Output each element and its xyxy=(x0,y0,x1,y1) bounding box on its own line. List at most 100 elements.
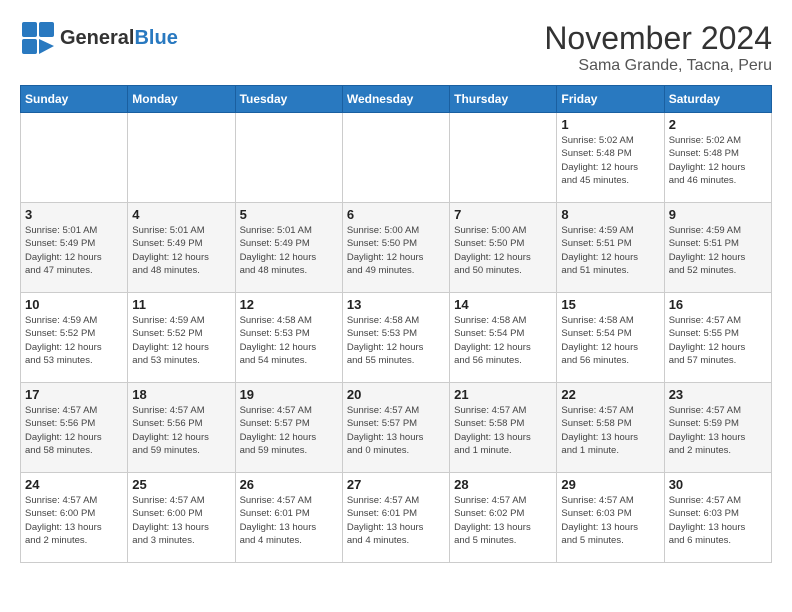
header-saturday: Saturday xyxy=(664,86,771,113)
calendar-cell: 19 Sunrise: 4:57 AM Sunset: 5:57 PM Dayli… xyxy=(235,383,342,473)
day-info: Sunrise: 4:57 AM Sunset: 6:00 PM Dayligh… xyxy=(25,494,123,547)
title-section: November 2024 Sama Grande, Tacna, Peru xyxy=(544,20,772,75)
day-info: Sunrise: 4:57 AM Sunset: 6:03 PM Dayligh… xyxy=(669,494,767,547)
calendar-cell: 12 Sunrise: 4:58 AM Sunset: 5:53 PM Dayli… xyxy=(235,293,342,383)
header-monday: Monday xyxy=(128,86,235,113)
calendar-cell xyxy=(235,113,342,203)
day-number: 8 xyxy=(561,207,659,222)
day-number: 17 xyxy=(25,387,123,402)
day-number: 10 xyxy=(25,297,123,312)
day-number: 25 xyxy=(132,477,230,492)
calendar-week-row: 10 Sunrise: 4:59 AM Sunset: 5:52 PM Dayli… xyxy=(21,293,772,383)
calendar-week-row: 3 Sunrise: 5:01 AM Sunset: 5:49 PM Daylig… xyxy=(21,203,772,293)
day-info: Sunrise: 4:57 AM Sunset: 6:01 PM Dayligh… xyxy=(240,494,338,547)
day-number: 30 xyxy=(669,477,767,492)
day-number: 21 xyxy=(454,387,552,402)
day-number: 13 xyxy=(347,297,445,312)
calendar-cell: 4 Sunrise: 5:01 AM Sunset: 5:49 PM Daylig… xyxy=(128,203,235,293)
day-number: 11 xyxy=(132,297,230,312)
day-number: 1 xyxy=(561,117,659,132)
day-number: 7 xyxy=(454,207,552,222)
day-number: 22 xyxy=(561,387,659,402)
day-number: 9 xyxy=(669,207,767,222)
calendar-cell: 17 Sunrise: 4:57 AM Sunset: 5:56 PM Dayli… xyxy=(21,383,128,473)
calendar-week-row: 17 Sunrise: 4:57 AM Sunset: 5:56 PM Dayli… xyxy=(21,383,772,473)
calendar-week-row: 24 Sunrise: 4:57 AM Sunset: 6:00 PM Dayli… xyxy=(21,473,772,563)
calendar-cell: 9 Sunrise: 4:59 AM Sunset: 5:51 PM Daylig… xyxy=(664,203,771,293)
header-tuesday: Tuesday xyxy=(235,86,342,113)
day-number: 4 xyxy=(132,207,230,222)
calendar-cell: 27Sunrise: 4:57 AM Sunset: 6:01 PM Dayli… xyxy=(342,473,449,563)
calendar-cell: 23 Sunrise: 4:57 AM Sunset: 5:59 PM Dayli… xyxy=(664,383,771,473)
header-thursday: Thursday xyxy=(450,86,557,113)
day-number: 28 xyxy=(454,477,552,492)
location-subtitle: Sama Grande, Tacna, Peru xyxy=(544,57,772,75)
day-info: Sunrise: 4:57 AM Sunset: 5:58 PM Dayligh… xyxy=(561,404,659,457)
day-number: 5 xyxy=(240,207,338,222)
day-number: 20 xyxy=(347,387,445,402)
day-info: Sunrise: 4:57 AM Sunset: 6:00 PM Dayligh… xyxy=(132,494,230,547)
header-sunday: Sunday xyxy=(21,86,128,113)
day-number: 6 xyxy=(347,207,445,222)
day-info: Sunrise: 5:01 AM Sunset: 5:49 PM Dayligh… xyxy=(132,224,230,277)
day-number: 2 xyxy=(669,117,767,132)
day-info: Sunrise: 4:57 AM Sunset: 5:58 PM Dayligh… xyxy=(454,404,552,457)
day-number: 27 xyxy=(347,477,445,492)
header-wednesday: Wednesday xyxy=(342,86,449,113)
calendar-cell xyxy=(342,113,449,203)
day-info: Sunrise: 5:01 AM Sunset: 5:49 PM Dayligh… xyxy=(240,224,338,277)
day-number: 15 xyxy=(561,297,659,312)
calendar-cell: 3 Sunrise: 5:01 AM Sunset: 5:49 PM Daylig… xyxy=(21,203,128,293)
calendar-cell: 5 Sunrise: 5:01 AM Sunset: 5:49 PM Daylig… xyxy=(235,203,342,293)
calendar-cell: 20 Sunrise: 4:57 AM Sunset: 5:57 PM Dayli… xyxy=(342,383,449,473)
day-number: 24 xyxy=(25,477,123,492)
calendar-cell: 6 Sunrise: 5:00 AM Sunset: 5:50 PM Daylig… xyxy=(342,203,449,293)
calendar-cell: 14 Sunrise: 4:58 AM Sunset: 5:54 PM Dayli… xyxy=(450,293,557,383)
day-number: 16 xyxy=(669,297,767,312)
day-info: Sunrise: 5:01 AM Sunset: 5:49 PM Dayligh… xyxy=(25,224,123,277)
day-info: Sunrise: 4:57 AM Sunset: 5:57 PM Dayligh… xyxy=(240,404,338,457)
day-number: 3 xyxy=(25,207,123,222)
day-info: Sunrise: 4:57 AM Sunset: 5:55 PM Dayligh… xyxy=(669,314,767,367)
day-info: Sunrise: 4:57 AM Sunset: 5:59 PM Dayligh… xyxy=(669,404,767,457)
day-info: Sunrise: 4:57 AM Sunset: 6:03 PM Dayligh… xyxy=(561,494,659,547)
calendar-cell xyxy=(128,113,235,203)
day-info: Sunrise: 4:58 AM Sunset: 5:54 PM Dayligh… xyxy=(454,314,552,367)
day-info: Sunrise: 4:59 AM Sunset: 5:51 PM Dayligh… xyxy=(669,224,767,277)
calendar-cell: 8Sunrise: 4:59 AM Sunset: 5:51 PM Daylig… xyxy=(557,203,664,293)
day-info: Sunrise: 4:57 AM Sunset: 5:56 PM Dayligh… xyxy=(132,404,230,457)
calendar-cell: 7 Sunrise: 5:00 AM Sunset: 5:50 PM Daylig… xyxy=(450,203,557,293)
day-info: Sunrise: 4:58 AM Sunset: 5:53 PM Dayligh… xyxy=(347,314,445,367)
calendar-cell: 28 Sunrise: 4:57 AM Sunset: 6:02 PM Dayli… xyxy=(450,473,557,563)
calendar-header-row: Sunday Monday Tuesday Wednesday Thursday… xyxy=(21,86,772,113)
day-number: 23 xyxy=(669,387,767,402)
day-info: Sunrise: 4:57 AM Sunset: 5:56 PM Dayligh… xyxy=(25,404,123,457)
calendar-cell: 11 Sunrise: 4:59 AM Sunset: 5:52 PM Dayli… xyxy=(128,293,235,383)
page-header: GeneralBlue November 2024 Sama Grande, T… xyxy=(20,20,772,75)
calendar-week-row: 1 Sunrise: 5:02 AM Sunset: 5:48 PM Daylig… xyxy=(21,113,772,203)
day-number: 19 xyxy=(240,387,338,402)
calendar-cell xyxy=(450,113,557,203)
day-number: 18 xyxy=(132,387,230,402)
day-info: Sunrise: 4:57 AM Sunset: 6:02 PM Dayligh… xyxy=(454,494,552,547)
day-info: Sunrise: 5:00 AM Sunset: 5:50 PM Dayligh… xyxy=(454,224,552,277)
day-info: Sunrise: 4:57 AM Sunset: 5:57 PM Dayligh… xyxy=(347,404,445,457)
calendar-cell: 29 Sunrise: 4:57 AM Sunset: 6:03 PM Dayli… xyxy=(557,473,664,563)
calendar-cell: 25 Sunrise: 4:57 AM Sunset: 6:00 PM Dayli… xyxy=(128,473,235,563)
day-number: 14 xyxy=(454,297,552,312)
day-info: Sunrise: 4:58 AM Sunset: 5:53 PM Dayligh… xyxy=(240,314,338,367)
calendar-cell: 24 Sunrise: 4:57 AM Sunset: 6:00 PM Dayli… xyxy=(21,473,128,563)
logo-icon xyxy=(20,20,56,56)
day-info: Sunrise: 5:02 AM Sunset: 5:48 PM Dayligh… xyxy=(561,134,659,187)
day-number: 12 xyxy=(240,297,338,312)
day-info: Sunrise: 4:59 AM Sunset: 5:52 PM Dayligh… xyxy=(25,314,123,367)
calendar-cell: 15Sunrise: 4:58 AM Sunset: 5:54 PM Dayli… xyxy=(557,293,664,383)
logo-text: GeneralBlue xyxy=(60,27,178,49)
day-number: 29 xyxy=(561,477,659,492)
calendar-cell: 22 Sunrise: 4:57 AM Sunset: 5:58 PM Dayli… xyxy=(557,383,664,473)
day-info: Sunrise: 5:02 AM Sunset: 5:48 PM Dayligh… xyxy=(669,134,767,187)
day-info: Sunrise: 5:00 AM Sunset: 5:50 PM Dayligh… xyxy=(347,224,445,277)
month-title: November 2024 xyxy=(544,20,772,57)
calendar-cell: 18 Sunrise: 4:57 AM Sunset: 5:56 PM Dayli… xyxy=(128,383,235,473)
day-info: Sunrise: 4:59 AM Sunset: 5:52 PM Dayligh… xyxy=(132,314,230,367)
